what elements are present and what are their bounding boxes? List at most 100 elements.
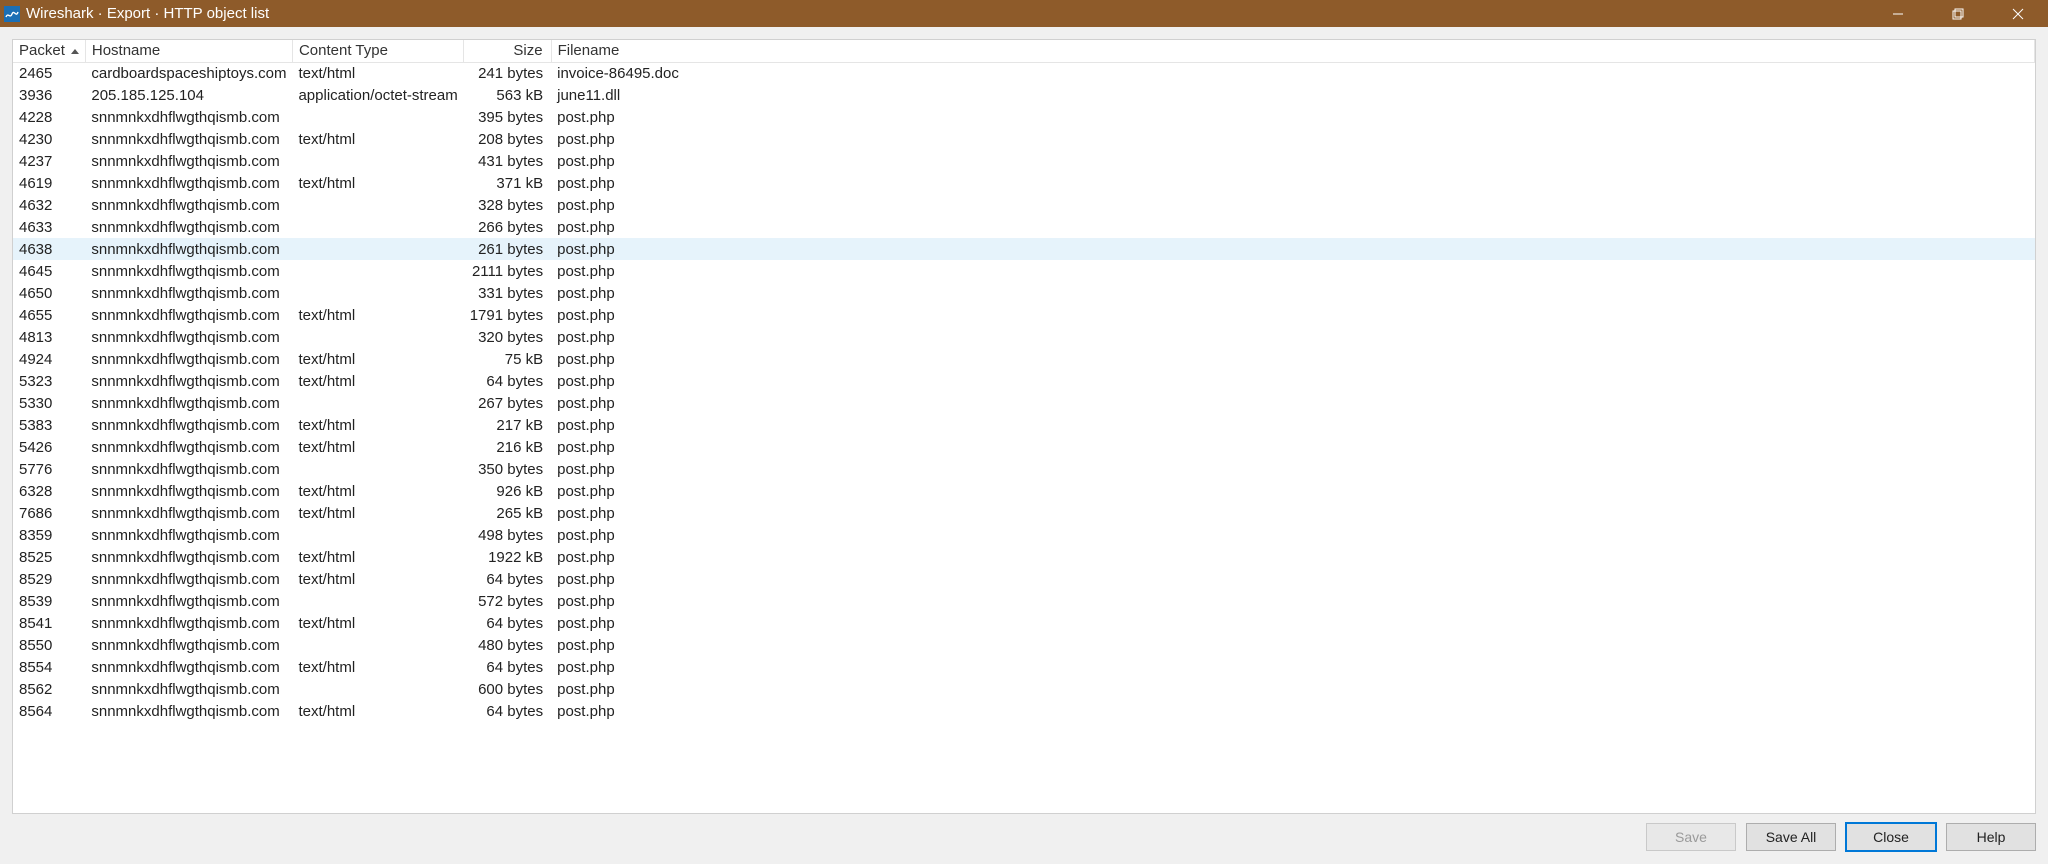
table-row[interactable]: 4619snnmnkxdhflwgthqismb.comtext/html371… [13,172,2035,194]
cell-content-type [292,326,463,348]
table-row[interactable]: 8550snnmnkxdhflwgthqismb.com480 bytespos… [13,634,2035,656]
cell-packet: 4813 [13,326,85,348]
table-row[interactable]: 6328snnmnkxdhflwgthqismb.comtext/html926… [13,480,2035,502]
save-all-button[interactable]: Save All [1746,823,1836,851]
cell-size: 320 bytes [464,326,551,348]
column-header-size[interactable]: Size [464,40,551,62]
cell-packet: 4645 [13,260,85,282]
cell-packet: 5330 [13,392,85,414]
cell-filename: post.php [551,590,2034,612]
object-list-table-frame[interactable]: Packet Hostname Content Type Size Filena… [12,39,2036,814]
column-header-content-type[interactable]: Content Type [292,40,463,62]
cell-filename: post.php [551,216,2034,238]
table-row[interactable]: 5330snnmnkxdhflwgthqismb.com267 bytespos… [13,392,2035,414]
table-row[interactable]: 7686snnmnkxdhflwgthqismb.comtext/html265… [13,502,2035,524]
cell-size: 1922 kB [464,546,551,568]
cell-packet: 8525 [13,546,85,568]
table-row[interactable]: 4813snnmnkxdhflwgthqismb.com320 bytespos… [13,326,2035,348]
table-row[interactable]: 4632snnmnkxdhflwgthqismb.com328 bytespos… [13,194,2035,216]
cell-hostname: snnmnkxdhflwgthqismb.com [85,414,292,436]
table-row[interactable]: 8562snnmnkxdhflwgthqismb.com600 bytespos… [13,678,2035,700]
table-row[interactable]: 4633snnmnkxdhflwgthqismb.com266 bytespos… [13,216,2035,238]
cell-packet: 8550 [13,634,85,656]
cell-filename: post.php [551,436,2034,458]
table-row[interactable]: 8359snnmnkxdhflwgthqismb.com498 bytespos… [13,524,2035,546]
cell-content-type: text/html [292,480,463,502]
cell-filename: post.php [551,700,2034,722]
cell-filename: invoice-86495.doc [551,62,2034,84]
cell-hostname: snnmnkxdhflwgthqismb.com [85,370,292,392]
cell-hostname: snnmnkxdhflwgthqismb.com [85,172,292,194]
cell-packet: 8539 [13,590,85,612]
help-button[interactable]: Help [1946,823,2036,851]
cell-content-type: text/html [292,546,463,568]
cell-filename: post.php [551,150,2034,172]
cell-content-type [292,260,463,282]
maximize-button[interactable] [1928,0,1988,27]
table-row[interactable]: 3936205.185.125.104application/octet-str… [13,84,2035,106]
minimize-button[interactable] [1868,0,1928,27]
cell-hostname: snnmnkxdhflwgthqismb.com [85,656,292,678]
cell-size: 266 bytes [464,216,551,238]
cell-content-type [292,634,463,656]
table-row[interactable]: 8525snnmnkxdhflwgthqismb.comtext/html192… [13,546,2035,568]
table-row[interactable]: 4228snnmnkxdhflwgthqismb.com395 bytespos… [13,106,2035,128]
column-header-packet[interactable]: Packet [13,40,85,62]
cell-filename: post.php [551,326,2034,348]
titlebar[interactable]: Wireshark · Export · HTTP object list [0,0,2048,27]
cell-hostname: snnmnkxdhflwgthqismb.com [85,260,292,282]
column-header-hostname[interactable]: Hostname [85,40,292,62]
cell-content-type [292,216,463,238]
table-row[interactable]: 4645snnmnkxdhflwgthqismb.com2111 bytespo… [13,260,2035,282]
table-row[interactable]: 8529snnmnkxdhflwgthqismb.comtext/html64 … [13,568,2035,590]
cell-size: 926 kB [464,480,551,502]
table-row[interactable]: 4638snnmnkxdhflwgthqismb.com261 bytespos… [13,238,2035,260]
table-row[interactable]: 8564snnmnkxdhflwgthqismb.comtext/html64 … [13,700,2035,722]
cell-size: 1791 bytes [464,304,551,326]
cell-filename: post.php [551,612,2034,634]
cell-hostname: snnmnkxdhflwgthqismb.com [85,480,292,502]
cell-filename: post.php [551,480,2034,502]
table-row[interactable]: 4650snnmnkxdhflwgthqismb.com331 bytespos… [13,282,2035,304]
cell-content-type [292,392,463,414]
cell-content-type: text/html [292,568,463,590]
table-row[interactable]: 8541snnmnkxdhflwgthqismb.comtext/html64 … [13,612,2035,634]
table-row[interactable]: 5383snnmnkxdhflwgthqismb.comtext/html217… [13,414,2035,436]
cell-hostname: snnmnkxdhflwgthqismb.com [85,348,292,370]
cell-hostname: snnmnkxdhflwgthqismb.com [85,524,292,546]
cell-hostname: snnmnkxdhflwgthqismb.com [85,458,292,480]
table-row[interactable]: 8554snnmnkxdhflwgthqismb.comtext/html64 … [13,656,2035,678]
save-button[interactable]: Save [1646,823,1736,851]
cell-content-type: text/html [292,414,463,436]
cell-size: 64 bytes [464,612,551,634]
table-row[interactable]: 4230snnmnkxdhflwgthqismb.comtext/html208… [13,128,2035,150]
cell-content-type: text/html [292,128,463,150]
close-button[interactable]: Close [1846,823,1936,851]
cell-filename: post.php [551,106,2034,128]
table-row[interactable]: 5776snnmnkxdhflwgthqismb.com350 bytespos… [13,458,2035,480]
cell-content-type [292,282,463,304]
table-row[interactable]: 4924snnmnkxdhflwgthqismb.comtext/html75 … [13,348,2035,370]
table-row[interactable]: 2465cardboardspaceshiptoys.comtext/html2… [13,62,2035,84]
cell-packet: 4632 [13,194,85,216]
table-row[interactable]: 4655snnmnkxdhflwgthqismb.comtext/html179… [13,304,2035,326]
cell-content-type: text/html [292,612,463,634]
cell-size: 328 bytes [464,194,551,216]
close-window-button[interactable] [1988,0,2048,27]
column-header-filename[interactable]: Filename [551,40,2034,62]
cell-hostname: snnmnkxdhflwgthqismb.com [85,128,292,150]
table-row[interactable]: 4237snnmnkxdhflwgthqismb.com431 bytespos… [13,150,2035,172]
table-row[interactable]: 5323snnmnkxdhflwgthqismb.comtext/html64 … [13,370,2035,392]
cell-hostname: snnmnkxdhflwgthqismb.com [85,150,292,172]
cell-hostname: snnmnkxdhflwgthqismb.com [85,436,292,458]
table-row[interactable]: 8539snnmnkxdhflwgthqismb.com572 bytespos… [13,590,2035,612]
cell-hostname: snnmnkxdhflwgthqismb.com [85,612,292,634]
cell-size: 563 kB [464,84,551,106]
cell-filename: post.php [551,304,2034,326]
table-row[interactable]: 5426snnmnkxdhflwgthqismb.comtext/html216… [13,436,2035,458]
cell-hostname: snnmnkxdhflwgthqismb.com [85,106,292,128]
cell-hostname: snnmnkxdhflwgthqismb.com [85,700,292,722]
cell-filename: post.php [551,414,2034,436]
cell-size: 75 kB [464,348,551,370]
cell-size: 64 bytes [464,370,551,392]
